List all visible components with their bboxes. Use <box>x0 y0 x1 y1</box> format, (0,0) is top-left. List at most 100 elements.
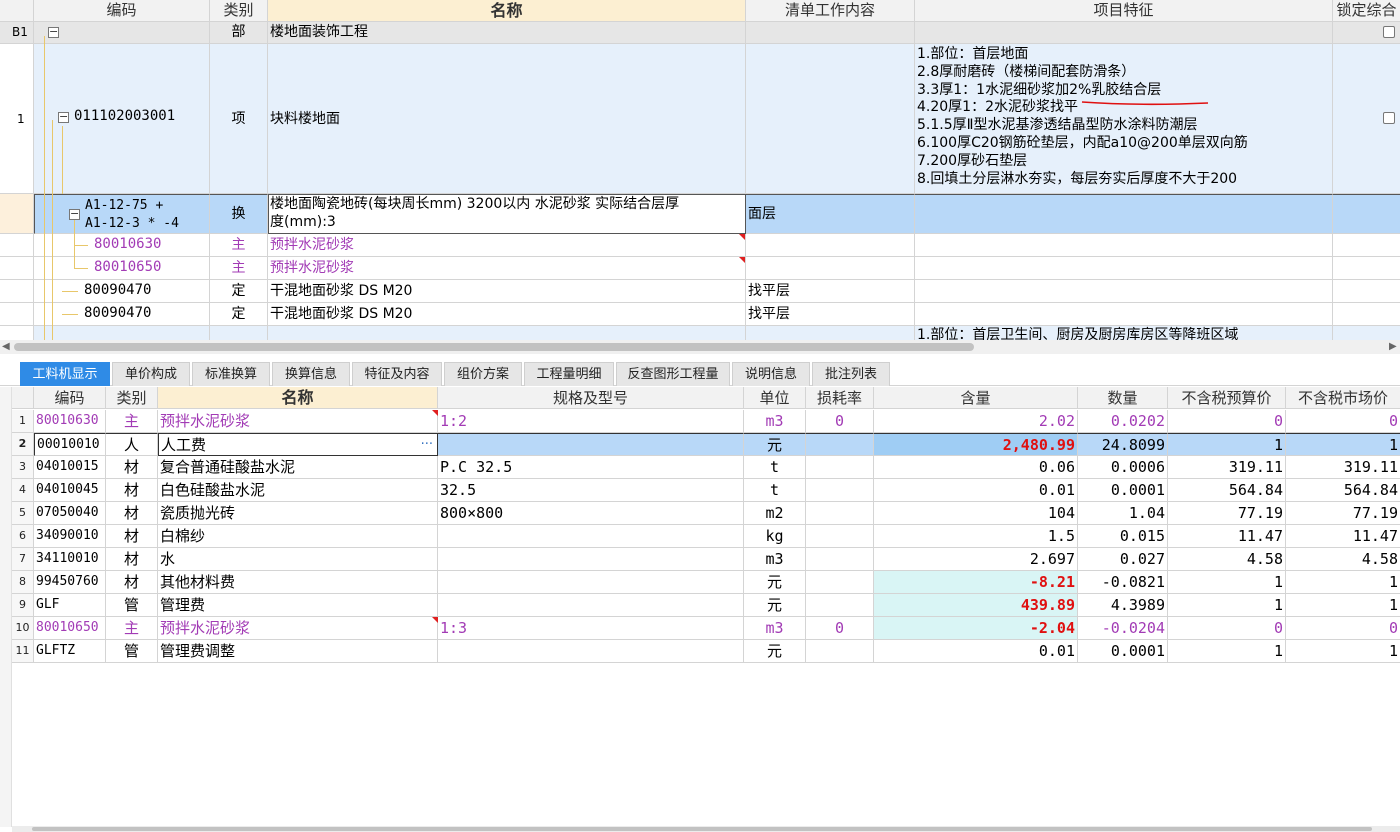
top-horizontal-scrollbar[interactable]: ◀ ▶ <box>0 340 1400 354</box>
unit-cell[interactable]: m2 <box>744 502 806 525</box>
code-cell[interactable]: 04010045 <box>34 479 106 502</box>
header-type[interactable]: 类别 <box>210 0 268 22</box>
loss-cell[interactable] <box>806 571 874 594</box>
name-cell[interactable]: 瓷质抛光砖 <box>158 502 438 525</box>
name-cell[interactable] <box>268 326 746 340</box>
code-cell[interactable]: 04010015 <box>34 456 106 479</box>
scrollbar-thumb[interactable] <box>32 827 1372 831</box>
quantity-cell[interactable]: 0.0006 <box>1078 456 1168 479</box>
tab-unit-price[interactable]: 单价构成 <box>112 362 190 386</box>
code-cell[interactable]: 80010630 <box>34 234 210 257</box>
loss-cell[interactable] <box>806 594 874 617</box>
row-number[interactable]: 6 <box>12 525 34 548</box>
lock-cell[interactable] <box>1333 303 1400 326</box>
code-cell[interactable]: − A1-12-75 + A1-12-3 * -4 <box>34 194 210 234</box>
content-cell[interactable]: 2.02 <box>874 410 1078 433</box>
work-cell[interactable]: 面层 <box>746 194 915 234</box>
tab-labor-material-machine[interactable]: 工料机显示 <box>20 362 110 386</box>
row-number[interactable]: 4 <box>12 479 34 502</box>
spec-cell[interactable] <box>438 571 744 594</box>
work-cell[interactable] <box>746 234 915 257</box>
code-cell[interactable]: 07050040 <box>34 502 106 525</box>
market-price-cell[interactable]: 0 <box>1286 410 1400 433</box>
market-price-cell[interactable]: 0 <box>1286 617 1400 640</box>
type-cell[interactable]: 主 <box>106 410 158 433</box>
lock-cell[interactable] <box>1333 280 1400 303</box>
quantity-cell[interactable]: 24.8099 <box>1078 433 1168 456</box>
unit-cell[interactable]: t <box>744 479 806 502</box>
header-name[interactable]: 名称 <box>158 387 438 409</box>
row-number[interactable]: 9 <box>12 594 34 617</box>
row-number[interactable]: B1 <box>0 22 34 44</box>
loss-cell[interactable]: 0 <box>806 410 874 433</box>
row-number[interactable] <box>0 234 34 257</box>
header-code[interactable]: 编码 <box>34 0 210 22</box>
collapse-icon[interactable]: − <box>69 208 80 220</box>
unit-cell[interactable]: 元 <box>744 433 806 456</box>
content-cell[interactable]: 0.01 <box>874 479 1078 502</box>
code-cell[interactable]: 80090470 <box>34 280 210 303</box>
budget-price-cell[interactable]: 1 <box>1168 571 1286 594</box>
loss-cell[interactable] <box>806 502 874 525</box>
quantity-cell[interactable]: 1.04 <box>1078 502 1168 525</box>
tab-quantity-detail[interactable]: 工程量明细 <box>524 362 614 386</box>
row-number[interactable]: 8 <box>12 571 34 594</box>
type-cell[interactable]: 主 <box>106 617 158 640</box>
code-cell[interactable] <box>34 326 210 340</box>
quantity-cell[interactable]: 0.0001 <box>1078 640 1168 663</box>
collapse-icon[interactable]: − <box>48 26 59 38</box>
loss-cell[interactable] <box>806 548 874 571</box>
row-number[interactable]: 7 <box>12 548 34 571</box>
name-cell[interactable]: 复合普通硅酸盐水泥 <box>158 456 438 479</box>
scrollbar-thumb[interactable] <box>14 343 974 351</box>
unit-cell[interactable]: 元 <box>744 640 806 663</box>
lock-cell[interactable] <box>1333 234 1400 257</box>
loss-cell[interactable] <box>806 479 874 502</box>
code-cell[interactable]: 34110010 <box>34 548 106 571</box>
header-budget-price[interactable]: 不含税预算价 <box>1168 387 1286 409</box>
code-cell[interactable]: GLFTZ <box>34 640 106 663</box>
code-cell[interactable]: 99450760 <box>34 571 106 594</box>
name-cell[interactable]: 块料楼地面 <box>268 44 746 194</box>
feature-cell[interactable] <box>915 194 1333 234</box>
name-cell[interactable]: 干混地面砂浆 DS M20 <box>268 303 746 326</box>
spec-cell[interactable] <box>438 594 744 617</box>
type-cell[interactable]: 定 <box>210 280 268 303</box>
unit-cell[interactable]: m3 <box>744 617 806 640</box>
header-work-content[interactable]: 清单工作内容 <box>746 0 915 22</box>
feature-cell[interactable] <box>915 257 1333 280</box>
work-cell[interactable]: 找平层 <box>746 303 915 326</box>
name-cell[interactable]: 预拌水泥砂浆 <box>158 410 438 433</box>
loss-cell[interactable] <box>806 456 874 479</box>
name-cell[interactable]: 楼地面陶瓷地砖(每块周长mm) 3200以内 水泥砂浆 实际结合层厚 度(mm)… <box>268 194 746 234</box>
type-cell[interactable]: 材 <box>106 456 158 479</box>
budget-price-cell[interactable]: 1 <box>1168 640 1286 663</box>
row-number[interactable] <box>0 257 34 280</box>
feature-cell[interactable] <box>915 22 1333 44</box>
type-cell[interactable]: 项 <box>210 44 268 194</box>
name-cell[interactable]: 预拌水泥砂浆 <box>158 617 438 640</box>
code-cell[interactable]: 34090010 <box>34 525 106 548</box>
row-number[interactable]: 5 <box>12 502 34 525</box>
lock-cell[interactable] <box>1333 326 1400 340</box>
scroll-right-icon[interactable]: ▶ <box>1389 341 1397 352</box>
row-number[interactable]: 2 <box>12 433 34 456</box>
budget-price-cell[interactable]: 319.11 <box>1168 456 1286 479</box>
spec-cell[interactable] <box>438 433 744 456</box>
tab-standard-conversion[interactable]: 标准换算 <box>192 362 270 386</box>
name-input[interactable]: 人工费 ··· <box>158 433 438 456</box>
lock-cell[interactable] <box>1333 22 1400 44</box>
lock-checkbox[interactable] <box>1383 26 1395 38</box>
loss-cell[interactable]: 0 <box>806 617 874 640</box>
name-cell[interactable]: 管理费调整 <box>158 640 438 663</box>
budget-price-cell[interactable]: 11.47 <box>1168 525 1286 548</box>
code-cell[interactable]: 80010650 <box>34 617 106 640</box>
content-cell[interactable]: 439.89 <box>874 594 1078 617</box>
quantity-cell[interactable]: 0.0202 <box>1078 410 1168 433</box>
code-cell[interactable]: GLF <box>34 594 106 617</box>
spec-cell[interactable]: 1:3 <box>438 617 744 640</box>
budget-price-cell[interactable]: 1 <box>1168 433 1286 456</box>
work-cell[interactable] <box>746 44 915 194</box>
row-number[interactable]: 3 <box>12 456 34 479</box>
name-cell[interactable]: 楼地面装饰工程 <box>268 22 746 44</box>
